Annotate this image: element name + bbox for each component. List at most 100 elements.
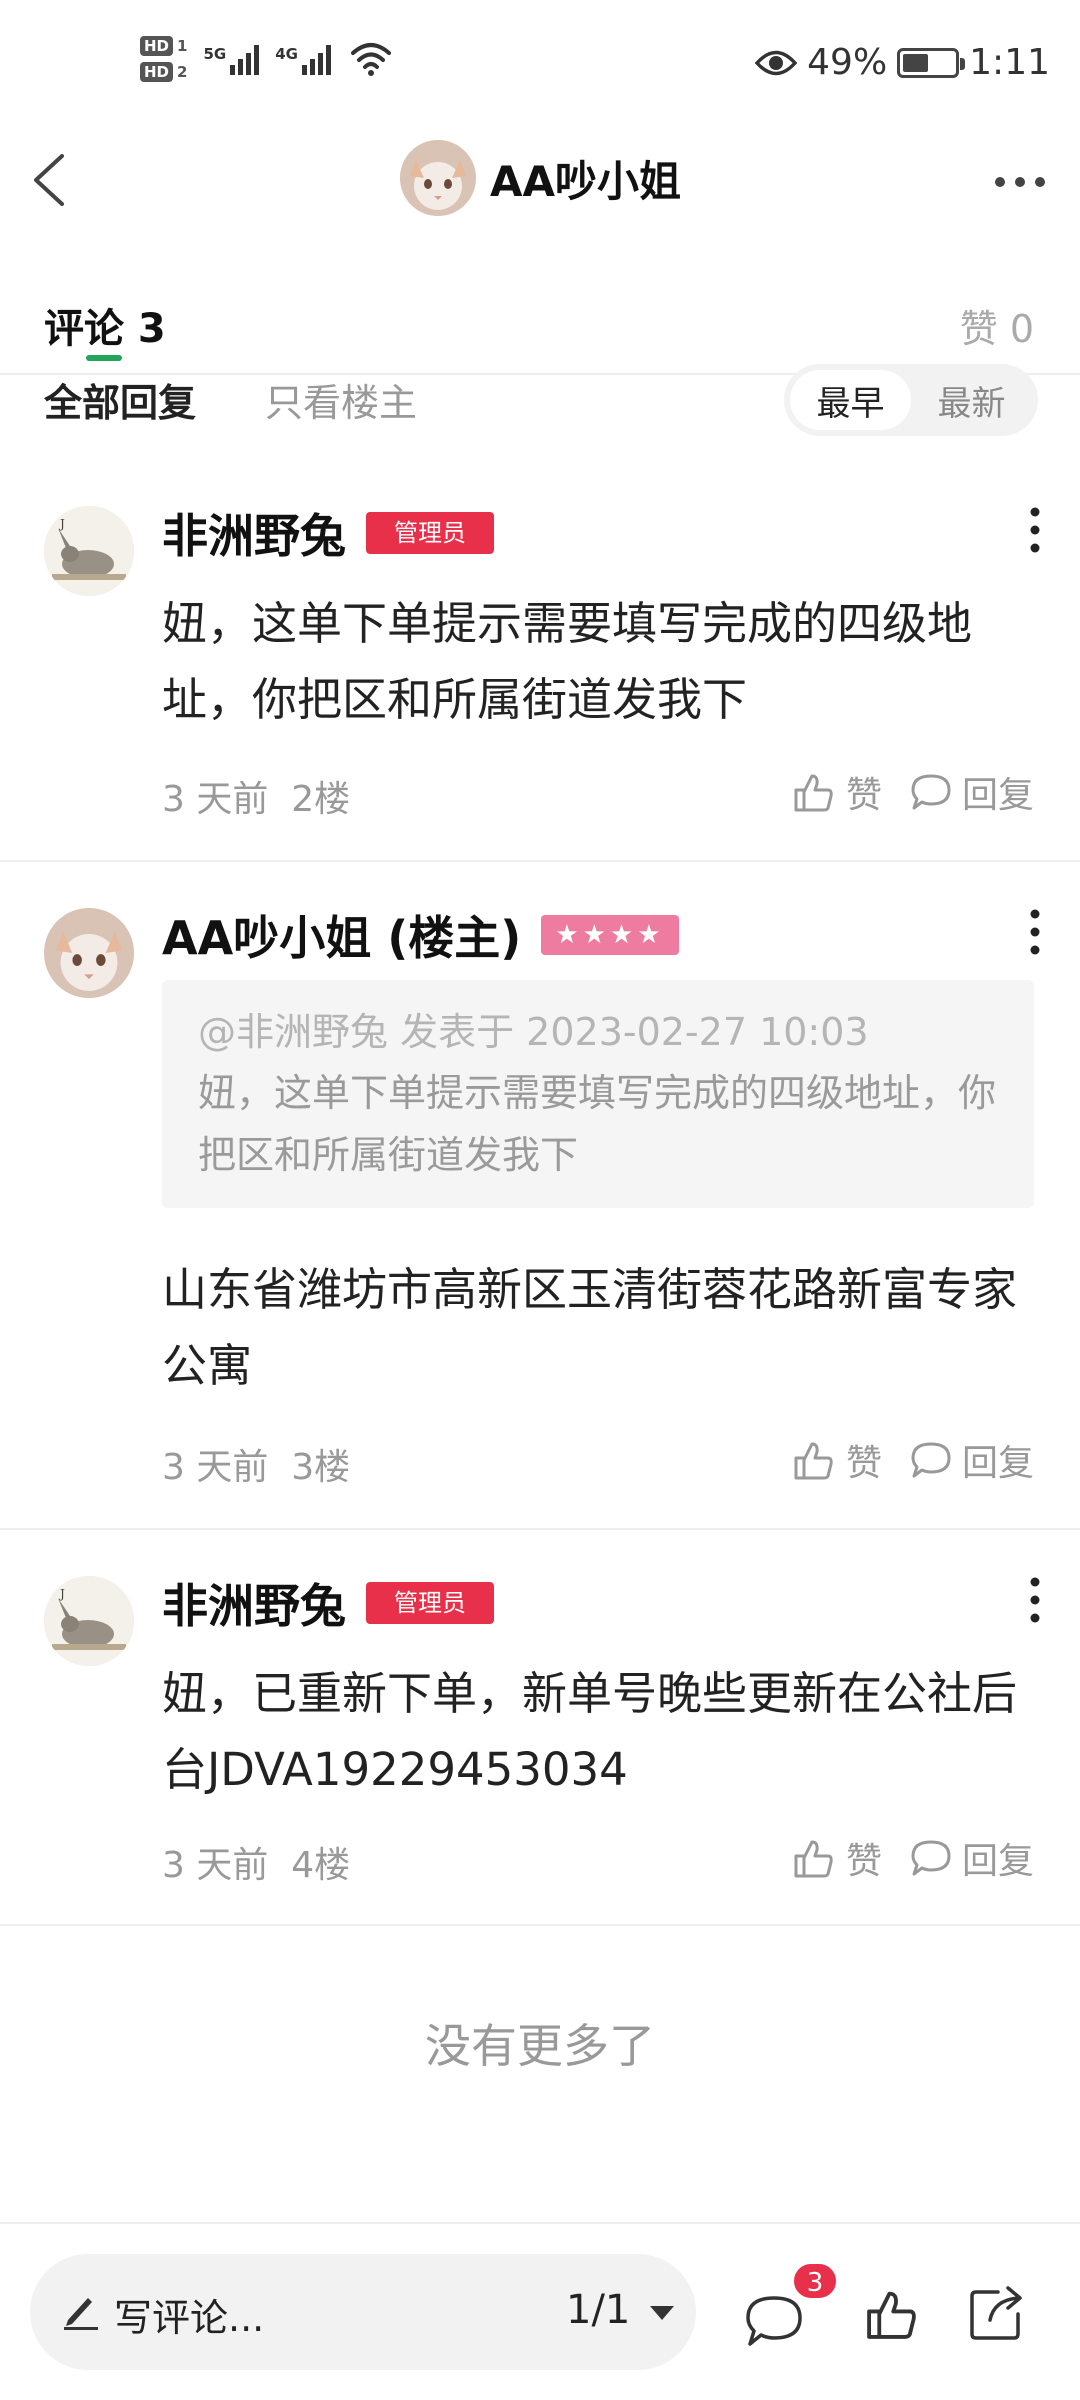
top-app-bar: AA吵小姐	[0, 130, 1080, 230]
end-of-list-text: 没有更多了	[425, 2019, 655, 2073]
level-stars-badge: ★★★★	[541, 915, 679, 955]
reply-button[interactable]: 回复	[910, 1434, 1034, 1486]
speech-bubble-icon	[911, 774, 951, 810]
tab-likes[interactable]: 赞 0	[960, 298, 1034, 353]
comment-meta: 3 天前 2楼	[162, 770, 350, 822]
signal-bars-icon	[301, 43, 331, 75]
hd-num-1: 1	[177, 37, 188, 55]
commenter-avatar[interactable]	[44, 908, 134, 998]
commenter-avatar[interactable]: J	[44, 1576, 134, 1666]
status-right: 49% 1:11	[755, 42, 1050, 83]
reply-label: 回复	[961, 1841, 1034, 1882]
comment-text: 山东省潍坊市高新区玉清街蓉花路新富专家公寓	[162, 1263, 1018, 1392]
comment-time: 3 天前	[162, 1447, 269, 1488]
filter-owner-only[interactable]: 只看楼主	[265, 372, 417, 427]
signal-4g-label: 4G	[275, 45, 298, 63]
tab-bar: 评论 3 赞 0	[0, 280, 1080, 375]
thumbs-up-icon	[794, 774, 833, 812]
sort-earliest[interactable]: 最早	[790, 370, 911, 430]
comment-actions: 赞 回复	[792, 766, 1034, 818]
cat-avatar-icon	[400, 140, 476, 216]
status-left: HD 1 HD 2 5G 4G	[140, 36, 393, 82]
comment-more-icon[interactable]	[1020, 902, 1050, 962]
quoted-reply[interactable]: @非洲野兔 发表于 2023-02-27 10:03 妞，这单下单提示需要填写完…	[162, 980, 1034, 1208]
reply-label: 回复	[961, 775, 1034, 816]
tab-comments[interactable]: 评论 3	[44, 296, 166, 354]
admin-badge: 管理员	[366, 512, 494, 554]
speech-bubble-icon	[911, 1840, 951, 1876]
comment-time: 3 天前	[162, 779, 269, 820]
commenter-avatar[interactable]: J	[44, 506, 134, 596]
commenter-name[interactable]: 非洲野兔	[162, 500, 346, 566]
hd-sim2: HD 2	[140, 62, 187, 82]
svg-text:J: J	[58, 517, 65, 531]
speech-bubble-icon	[911, 1442, 951, 1478]
cat-avatar-icon	[44, 908, 134, 998]
comment-meta: 3 天前 3楼	[162, 1438, 350, 1490]
battery-percent: 49%	[807, 42, 888, 83]
reply-filter-row: 全部回复 只看楼主 最早 最新	[0, 364, 1080, 450]
pen-icon	[64, 2298, 98, 2330]
filter-all-replies[interactable]: 全部回复	[44, 372, 196, 427]
comment-floor: 4楼	[291, 1845, 351, 1886]
status-bar: HD 1 HD 2 5G 4G 49% 1:11	[0, 0, 1080, 130]
wifi-icon	[350, 43, 391, 76]
bottom-action-bar: 写评论... 1/1 3	[0, 2222, 1080, 2400]
comment-header: 非洲野兔 管理员	[162, 1570, 494, 1636]
thumbs-up-icon	[794, 1840, 833, 1878]
commenter-name[interactable]: AA吵小姐 (楼主)	[162, 902, 521, 968]
comments-icon[interactable]	[744, 2294, 804, 2350]
like-label: 赞	[845, 1443, 882, 1484]
page-indicator[interactable]: 1/1	[566, 2287, 630, 2333]
reply-button[interactable]: 回复	[910, 1832, 1034, 1884]
sort-latest[interactable]: 最新	[911, 370, 1032, 430]
comment-more-icon[interactable]	[1020, 1570, 1050, 1630]
comment-actions: 赞 回复	[792, 1434, 1034, 1486]
signal-5g-label: 5G	[203, 45, 227, 63]
comment-actions: 赞 回复	[792, 1832, 1034, 1884]
caret-down-icon[interactable]	[648, 2304, 676, 2322]
like-button[interactable]: 赞	[792, 1434, 882, 1486]
thumbs-up-icon[interactable]	[864, 2286, 920, 2342]
hd-num-2: 2	[177, 63, 188, 81]
quote-body: 妞，这单下单提示需要填写完成的四级地址，你把区和所属街道发我下	[198, 1071, 997, 1177]
comment-text: 妞，这单下单提示需要填写完成的四级地址，你把区和所属街道发我下	[162, 597, 973, 726]
comment-more-icon[interactable]	[1020, 500, 1050, 560]
reply-label: 回复	[961, 1443, 1034, 1484]
comment-meta: 3 天前 4楼	[162, 1836, 350, 1888]
page-title: AA吵小姐	[490, 156, 682, 206]
author-avatar[interactable]	[400, 140, 476, 216]
comment-compose-field[interactable]: 写评论... 1/1	[30, 2254, 696, 2370]
share-icon[interactable]	[968, 2284, 1026, 2342]
like-label: 赞	[845, 775, 882, 816]
comment-floor: 3楼	[291, 1447, 351, 1488]
comment-item: AA吵小姐 (楼主) ★★★★ @非洲野兔 发表于 2023-02-27 10:…	[0, 862, 1080, 1530]
comment-item: J 非洲野兔 管理员 妞，已重新下单，新单号晚些更新在公社后台JDVA19229…	[0, 1530, 1080, 1926]
comment-time: 3 天前	[162, 1845, 269, 1886]
comment-text: 妞，已重新下单，新单号晚些更新在公社后台JDVA19229453034	[162, 1667, 1018, 1796]
hd-indicators: HD 1 HD 2	[140, 36, 187, 82]
comment-header: 非洲野兔 管理员	[162, 500, 494, 566]
commenter-name[interactable]: 非洲野兔	[162, 1570, 346, 1636]
like-button[interactable]: 赞	[792, 1832, 882, 1884]
reply-button[interactable]: 回复	[910, 766, 1034, 818]
hd-badge-1: HD	[140, 36, 174, 56]
comment-floor: 2楼	[291, 779, 351, 820]
signal-5g: 5G	[203, 43, 260, 75]
post-author[interactable]: AA吵小姐	[400, 140, 681, 216]
back-arrow-icon[interactable]	[22, 148, 82, 212]
clock: 1:11	[969, 42, 1050, 83]
more-icon[interactable]	[990, 162, 1050, 202]
battery-icon	[897, 47, 966, 78]
hd-badge-2: HD	[140, 62, 174, 82]
comment-item: J 非洲野兔 管理员 妞，这单下单提示需要填写完成的四级地址，你把区和所属街道发…	[0, 460, 1080, 862]
hd-sim1: HD 1	[140, 36, 187, 56]
compose-placeholder: 写评论...	[114, 2296, 265, 2340]
like-button[interactable]: 赞	[792, 766, 882, 818]
signal-4g: 4G	[275, 43, 331, 75]
thumbs-up-icon	[794, 1442, 833, 1480]
comment-header: AA吵小姐 (楼主) ★★★★	[162, 902, 679, 968]
svg-text:J: J	[58, 1587, 65, 1601]
battery-fill	[903, 53, 928, 72]
like-label: 赞	[845, 1841, 882, 1882]
